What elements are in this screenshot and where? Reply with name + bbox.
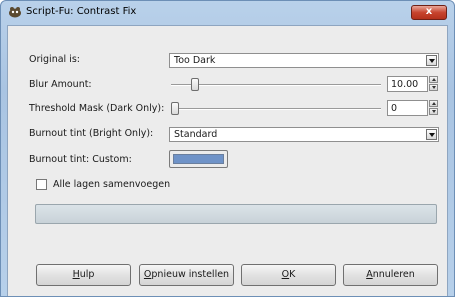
- cancel-label: nnuleren: [372, 269, 415, 280]
- threshold-spinbox[interactable]: 0: [387, 100, 428, 116]
- burnout-tint-label: Burnout tint (Bright Only):: [29, 128, 154, 139]
- spin-up-icon[interactable]: [429, 100, 438, 107]
- cancel-button[interactable]: Annuleren: [343, 264, 438, 286]
- progress-bar: [35, 204, 437, 224]
- burnout-color-button[interactable]: [169, 150, 228, 168]
- original-label: Original is:: [29, 54, 80, 65]
- color-swatch: [173, 154, 224, 164]
- reset-button[interactable]: Opnieuw instellen: [139, 264, 234, 286]
- blur-value: 10.00: [391, 79, 419, 90]
- spin-down-icon[interactable]: [429, 84, 438, 91]
- blur-spinbox[interactable]: 10.00: [387, 76, 428, 92]
- ok-label: K: [289, 269, 296, 280]
- threshold-slider-thumb[interactable]: [171, 102, 179, 115]
- reset-label: pnieuw instellen: [151, 269, 230, 280]
- ok-button[interactable]: OK: [241, 264, 336, 286]
- chevron-down-icon: [426, 129, 437, 140]
- chevron-down-icon: [426, 55, 437, 66]
- close-icon: x: [425, 6, 433, 17]
- merge-layers-label: Alle lagen samenvoegen: [53, 179, 171, 190]
- original-select[interactable]: Too Dark: [169, 53, 439, 68]
- threshold-value: 0: [391, 103, 398, 114]
- close-button[interactable]: x: [411, 5, 447, 20]
- window-title: Script-Fu: Contrast Fix: [26, 6, 137, 17]
- blur-slider-track[interactable]: [171, 84, 381, 86]
- gimp-wilber-icon: [9, 7, 21, 18]
- help-button[interactable]: Hulp: [36, 264, 131, 286]
- title-bar[interactable]: Script-Fu: Contrast Fix x: [1, 1, 454, 25]
- threshold-label: Threshold Mask (Dark Only):: [29, 103, 165, 114]
- blur-slider-thumb[interactable]: [191, 78, 199, 91]
- original-value: Too Dark: [174, 55, 216, 66]
- burnout-tint-value: Standard: [174, 129, 218, 140]
- threshold-slider-track[interactable]: [171, 108, 381, 110]
- merge-layers-checkbox[interactable]: [36, 179, 47, 190]
- blur-label: Blur Amount:: [29, 79, 92, 90]
- burnout-tint-select[interactable]: Standard: [169, 127, 439, 142]
- help-label: ulp: [79, 269, 95, 280]
- help-accel: H: [72, 269, 80, 280]
- burnout-custom-label: Burnout tint: Custom:: [29, 154, 132, 165]
- spin-down-icon[interactable]: [429, 108, 438, 115]
- ok-accel: O: [281, 269, 290, 280]
- spin-up-icon[interactable]: [429, 76, 438, 83]
- blur-spin-arrows[interactable]: [429, 76, 438, 92]
- threshold-spin-arrows[interactable]: [429, 100, 438, 116]
- dialog-window: Script-Fu: Contrast Fix x Original is: T…: [0, 0, 455, 297]
